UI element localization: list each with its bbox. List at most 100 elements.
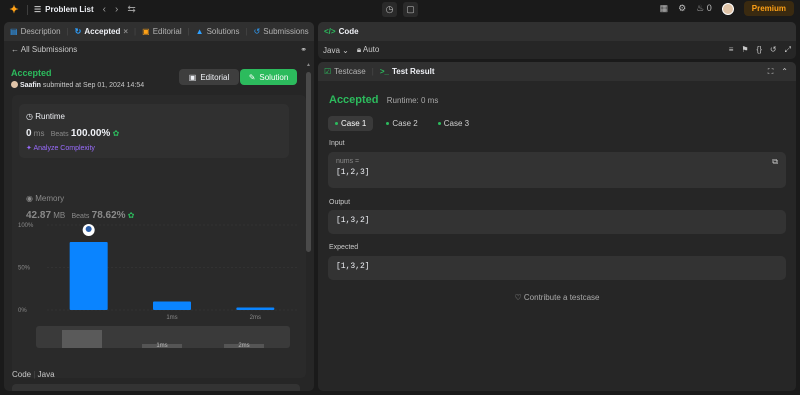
tab-test-result[interactable]: >_ Test Result [380, 67, 435, 76]
streak-value: 0 [706, 3, 712, 13]
case-1-tab[interactable]: Case 1 [328, 116, 374, 131]
notes-icon[interactable]: ▢ [403, 2, 418, 17]
author-name[interactable]: Saafin [20, 82, 41, 89]
format-icon[interactable]: ≡ [729, 45, 734, 55]
copy-icon[interactable]: ⧉ [772, 158, 778, 167]
tab-testcase-label: Testcase [334, 67, 366, 76]
analyze-complexity-label: Analyze Complexity [33, 145, 95, 152]
scroll-up-icon[interactable]: ▲ [306, 62, 311, 68]
runtime-unit: ms [33, 129, 45, 138]
mini-tick-label: 1ms [156, 343, 167, 349]
runtime-card[interactable]: ◷ Runtime 0 ms Beats 100.00% ✿ ✦ Analyze… [19, 104, 289, 158]
edit-icon: ✎ [248, 72, 256, 82]
chart-bar[interactable] [236, 307, 275, 310]
problem-list-button[interactable]: ☰ Problem List [34, 5, 94, 14]
code-tab-bar: </> Code [318, 22, 796, 41]
chart-bar[interactable] [153, 301, 191, 311]
tab-description[interactable]: ▤ Description [10, 27, 61, 36]
result-status: Accepted [329, 94, 379, 106]
tab-divider: | [187, 27, 190, 36]
reset-icon[interactable]: ↺ [770, 45, 777, 55]
editorial-button[interactable]: ▣ Editorial [179, 69, 239, 85]
maximize-icon[interactable]: ⛶ [768, 67, 774, 77]
stats-card: ◷ Runtime 0 ms Beats 100.00% ✿ ✦ Analyze… [12, 95, 306, 378]
language-value: Java [323, 45, 340, 55]
runtime-value-row: 0 ms Beats 100.00% ✿ [26, 128, 119, 139]
gear-icon[interactable]: ⚙ [678, 3, 686, 14]
layout-icon[interactable]: ▦ [660, 3, 669, 14]
tab-solutions[interactable]: ▲ Solutions [196, 27, 240, 36]
beats-label: Beats [50, 131, 69, 138]
leetcode-logo-icon[interactable]: ✦ [7, 3, 21, 17]
tab-code[interactable]: </> Code [324, 27, 359, 36]
tab-divider: | [134, 27, 137, 36]
runtime-title: ◷ Runtime [26, 112, 65, 121]
analyze-complexity-link[interactable]: ✦ Analyze Complexity [26, 144, 95, 152]
left-panel: ▤ Description | ↻ Accepted × | ▣ Editorial |… [4, 22, 314, 391]
tab-divider: | [66, 27, 69, 36]
link-icon[interactable]: ⚭ [300, 45, 307, 54]
auto-mode-label: Auto [362, 45, 380, 54]
tab-divider: | [245, 27, 248, 36]
runtime-percent: 100.00% [70, 128, 111, 139]
braces-icon[interactable]: {} [757, 45, 762, 55]
timer-icon[interactable]: ◷ [382, 2, 397, 17]
code-header: Code | Java [12, 370, 55, 379]
streak-counter[interactable]: ♨ 0 [696, 3, 712, 14]
scroll-thumb[interactable] [306, 72, 311, 252]
editorial-button-label: Editorial [200, 72, 230, 82]
pass-dot [335, 122, 338, 125]
output-value[interactable]: [1,3,2] [336, 216, 370, 225]
result-runtime: Runtime: 0 ms [386, 96, 439, 105]
solution-button-label: Solution [259, 72, 289, 82]
tab-editorial-label: Editorial [152, 27, 182, 36]
editor-actions: ≡ ⚑ {} ↺ ⤢ [729, 45, 791, 55]
scrollbar[interactable]: ▲ ▼ [306, 62, 311, 391]
leaf-icon: ✿ [112, 129, 120, 138]
shuffle-icon[interactable]: ⇆ [127, 4, 135, 15]
expand-icon[interactable]: ⤢ [785, 45, 791, 55]
contribute-link[interactable]: ♡ Contribute a testcase [318, 293, 796, 302]
case-1-label: Case 1 [341, 119, 367, 128]
left-tab-bar: ▤ Description | ↻ Accepted × | ▣ Editorial |… [4, 22, 314, 41]
sparkle-icon: ✦ [26, 145, 32, 152]
chart-bar[interactable] [69, 242, 108, 310]
input-value[interactable]: [1,2,3] [336, 168, 778, 177]
tab-submissions[interactable]: ↺ Submissions [254, 27, 309, 36]
solution-button[interactable]: ✎ Solution [240, 69, 297, 85]
next-icon[interactable]: › [115, 4, 118, 15]
tab-editorial[interactable]: ▣ Editorial [142, 27, 181, 36]
prev-icon[interactable]: ‹ [103, 4, 106, 15]
auto-mode[interactable]: 🔒︎ Auto [357, 45, 380, 55]
code-preview [12, 384, 300, 391]
author-avatar [11, 81, 18, 88]
expected-value[interactable]: [1,3,2] [336, 262, 370, 271]
tab-accepted[interactable]: ↻ Accepted × [75, 27, 128, 36]
avatar[interactable] [721, 2, 734, 15]
document-icon: ▤ [10, 27, 18, 36]
clock-icon: ◷ [26, 112, 33, 121]
pass-dot [386, 122, 390, 125]
case-3-tab[interactable]: Case 3 [431, 116, 476, 131]
language-select[interactable]: Java ⌄ [323, 46, 349, 55]
test-result-panel: ☑ Testcase | >_ Test Result ⛶ ⌃ Accepted R… [318, 62, 796, 391]
terminal-icon: >_ [379, 67, 389, 76]
list-icon: ☰ [34, 5, 42, 14]
close-icon[interactable]: × [123, 27, 128, 36]
case-3-label: Case 3 [443, 119, 470, 128]
back-link[interactable]: ← All Submissions [11, 45, 77, 54]
tab-accepted-label: Accepted [84, 27, 121, 36]
result-row: Accepted Runtime: 0 ms [329, 94, 438, 106]
x-tick-label: 1ms [166, 315, 177, 321]
premium-button[interactable]: Premium [743, 1, 794, 16]
range-window [62, 330, 102, 348]
mini-tick-label: 2ms [238, 343, 249, 349]
submitted-time: submitted at Sep 01, 2024 14:54 [42, 82, 145, 89]
case-2-tab[interactable]: Case 2 [379, 116, 424, 131]
bookmark-icon[interactable]: ⚑ [741, 45, 748, 55]
collapse-icon[interactable]: ⌃ [781, 67, 788, 77]
tab-testcase[interactable]: ☑ Testcase [324, 67, 366, 76]
bottom-tab-bar: ☑ Testcase | >_ Test Result ⛶ ⌃ [318, 62, 796, 81]
history-icon: ↻ [74, 27, 82, 36]
contribute-label: Contribute a testcase [523, 293, 600, 302]
